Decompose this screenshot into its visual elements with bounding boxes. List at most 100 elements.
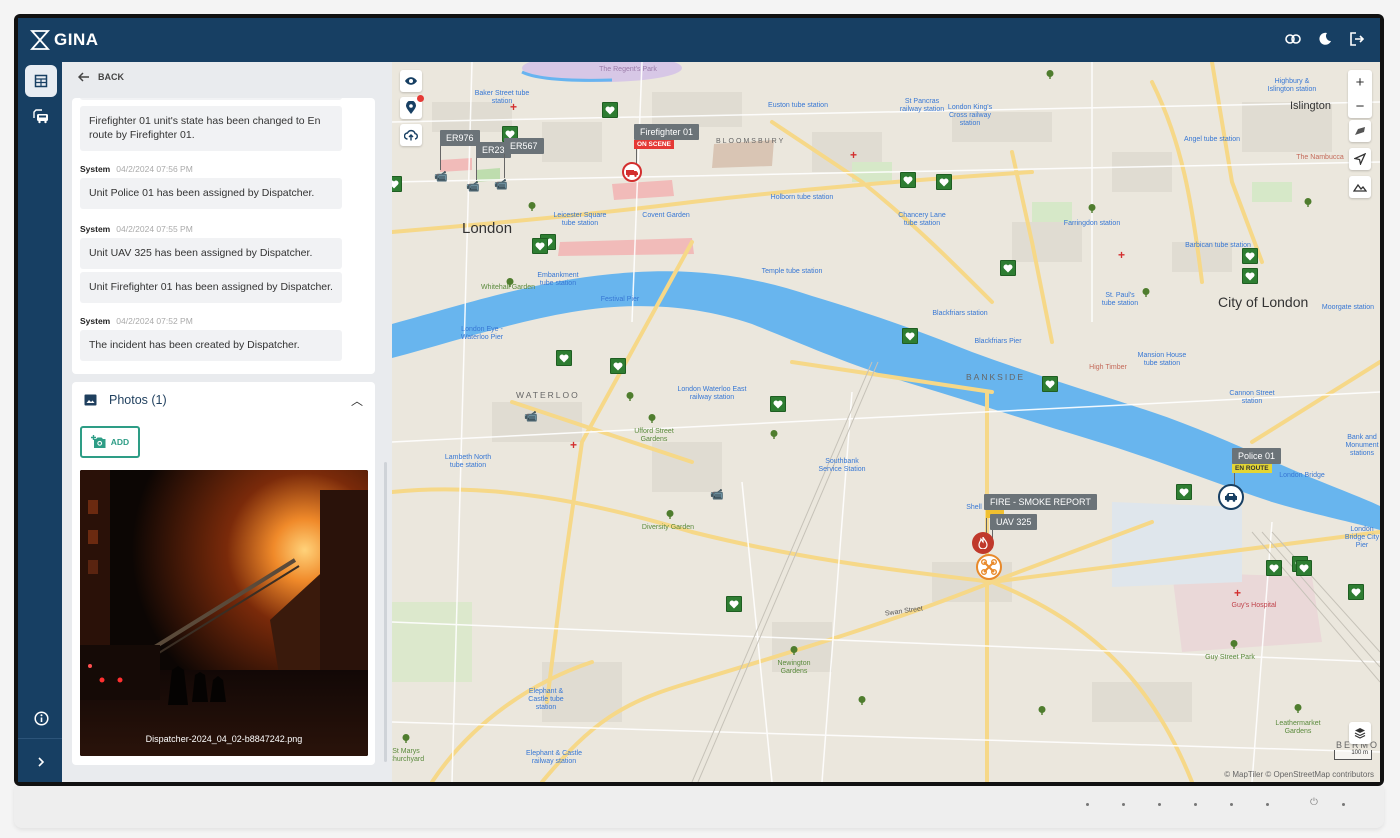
monitor-button [1230,803,1233,806]
map-attribution[interactable]: © MapTiler © OpenStreetMap contributors [1224,770,1374,779]
heart-icon [1003,264,1013,272]
back-button[interactable]: BACK [78,72,124,82]
police-unit-marker[interactable] [1218,484,1244,510]
aed-marker[interactable] [1296,560,1312,576]
map-label-temple: Temple tube station [761,268,823,275]
aed-marker[interactable] [610,358,626,374]
aed-marker[interactable] [602,102,618,118]
aed-marker[interactable] [1242,248,1258,264]
hospital-icon: + [570,438,578,452]
camera-marker[interactable]: 📹 [466,180,480,193]
rail-divider [18,738,62,739]
map-label-london-bridge-pier: London Bridge City Pier [1344,526,1380,549]
aed-marker[interactable] [532,238,548,254]
camera-marker[interactable]: 📹 [434,170,448,183]
aed-marker[interactable] [1176,484,1192,500]
photos-title: Photos (1) [109,393,167,407]
map-label-guy-street-park: Guy Street Park [1205,654,1255,661]
layers-button[interactable] [1349,722,1371,744]
aed-marker[interactable] [1266,560,1282,576]
aed-marker[interactable] [1348,584,1364,600]
uav-unit-marker[interactable] [976,554,1002,580]
heart-icon [1045,380,1055,388]
map-label-farringdon: Farringdon station [1063,220,1121,227]
chevron-up-icon[interactable]: ︿ [351,392,363,409]
incident-tag[interactable]: FIRE - SMOKE REPORT [984,494,1097,510]
info-button[interactable] [25,702,57,734]
park-icon [506,278,514,287]
rail-item-vehicles[interactable] [25,100,57,132]
unit-tag-police01[interactable]: Police 01 [1232,448,1282,464]
aed-marker[interactable] [902,328,918,344]
aed-marker[interactable] [1042,376,1058,392]
camera-marker[interactable]: 📹 [524,410,538,423]
heart-icon [613,362,623,370]
unit-tag-er976[interactable]: ER976 [440,130,480,146]
park-icon [402,734,410,743]
map-label-bank: Bank and Monument stations [1345,434,1379,457]
upload-button[interactable] [400,124,422,146]
terrain-button[interactable] [1349,176,1371,198]
visibility-button[interactable] [400,70,422,92]
incident-marker[interactable] [972,532,994,554]
table-icon [34,74,48,88]
panel-scrollbar[interactable] [384,462,387,762]
map-label-islington: Islington [1290,100,1331,112]
monitor-base: ⏻ [14,786,1384,828]
drone-icon [981,559,997,575]
map-label-cannon-street: Cannon Street station [1229,390,1275,405]
app-name: GINA [54,30,99,49]
map-label-blackfriars: Blackfriars station [932,310,988,317]
layers-icon [1354,728,1366,739]
aed-marker[interactable] [900,172,916,188]
log-entry: The incident has been created by Dispatc… [80,330,342,361]
park-icon [1304,198,1312,207]
unit-tag-er567[interactable]: ER567 [504,138,544,154]
camera-marker[interactable]: 📹 [494,178,508,191]
log-entry: Unit Police 01 has been assigned by Disp… [80,178,342,209]
activity-log[interactable]: Firefighter 01 unit's state has been cha… [72,98,375,374]
tilt-button[interactable] [1349,120,1371,142]
aed-marker[interactable] [936,174,952,190]
aed-marker[interactable] [1000,260,1016,276]
expand-rail-button[interactable] [25,746,57,778]
map-view[interactable]: London City of London Islington WATERLOO… [392,62,1380,782]
map-label-festival-pier: Festival Pier [600,296,640,303]
aed-marker[interactable] [392,176,402,192]
firefighter-unit-marker[interactable] [622,162,642,182]
unit-tag-firefighter01[interactable]: Firefighter 01 [634,124,700,140]
zoom-out-button[interactable]: − [1348,94,1372,118]
app-screen: GINA BACK Firefighter 01 unit's state ha… [18,18,1380,782]
map-pin-icon [406,101,416,114]
map-label-kings-cross: London King's Cross railway station [947,104,993,127]
camera-marker[interactable]: 📹 [710,488,724,501]
incident-photo[interactable]: Dispatcher-2024_04_02-b8847242.png [80,470,368,756]
park-icon [626,392,634,401]
rail-item-incidents[interactable] [25,65,57,97]
hospital-icon: + [1234,586,1242,600]
gina-logo-icon [30,30,50,50]
hospital-icon: + [1118,248,1126,262]
locations-button[interactable] [400,95,424,119]
aed-marker[interactable] [556,350,572,366]
map-label-london-bridge: London Bridge [1279,472,1325,479]
photos-header[interactable]: Photos (1) ︿ [84,390,363,410]
aed-marker[interactable] [1242,268,1258,284]
aed-marker[interactable] [770,396,786,412]
park-icon [770,430,778,439]
add-photo-button[interactable]: ADD [80,426,140,458]
log-time: 04/2/2024 07:56 PM [116,164,193,174]
app-logo: GINA [30,29,99,51]
log-time: 04/2/2024 07:52 PM [116,316,193,326]
dark-mode-icon[interactable] [1316,30,1334,48]
park-icon [666,510,674,519]
aed-marker[interactable] [726,596,742,612]
log-entry: Unit Firefighter 01 has been assigned by… [80,272,342,303]
unit-tag-uav325[interactable]: UAV 325 [990,514,1038,530]
log-author: System [80,224,111,234]
link-icon[interactable] [1284,30,1302,48]
locate-button[interactable] [1349,148,1371,170]
zoom-in-button[interactable]: + [1348,70,1372,94]
power-icon: ⏻ [1310,797,1318,808]
logout-icon[interactable] [1348,30,1366,48]
